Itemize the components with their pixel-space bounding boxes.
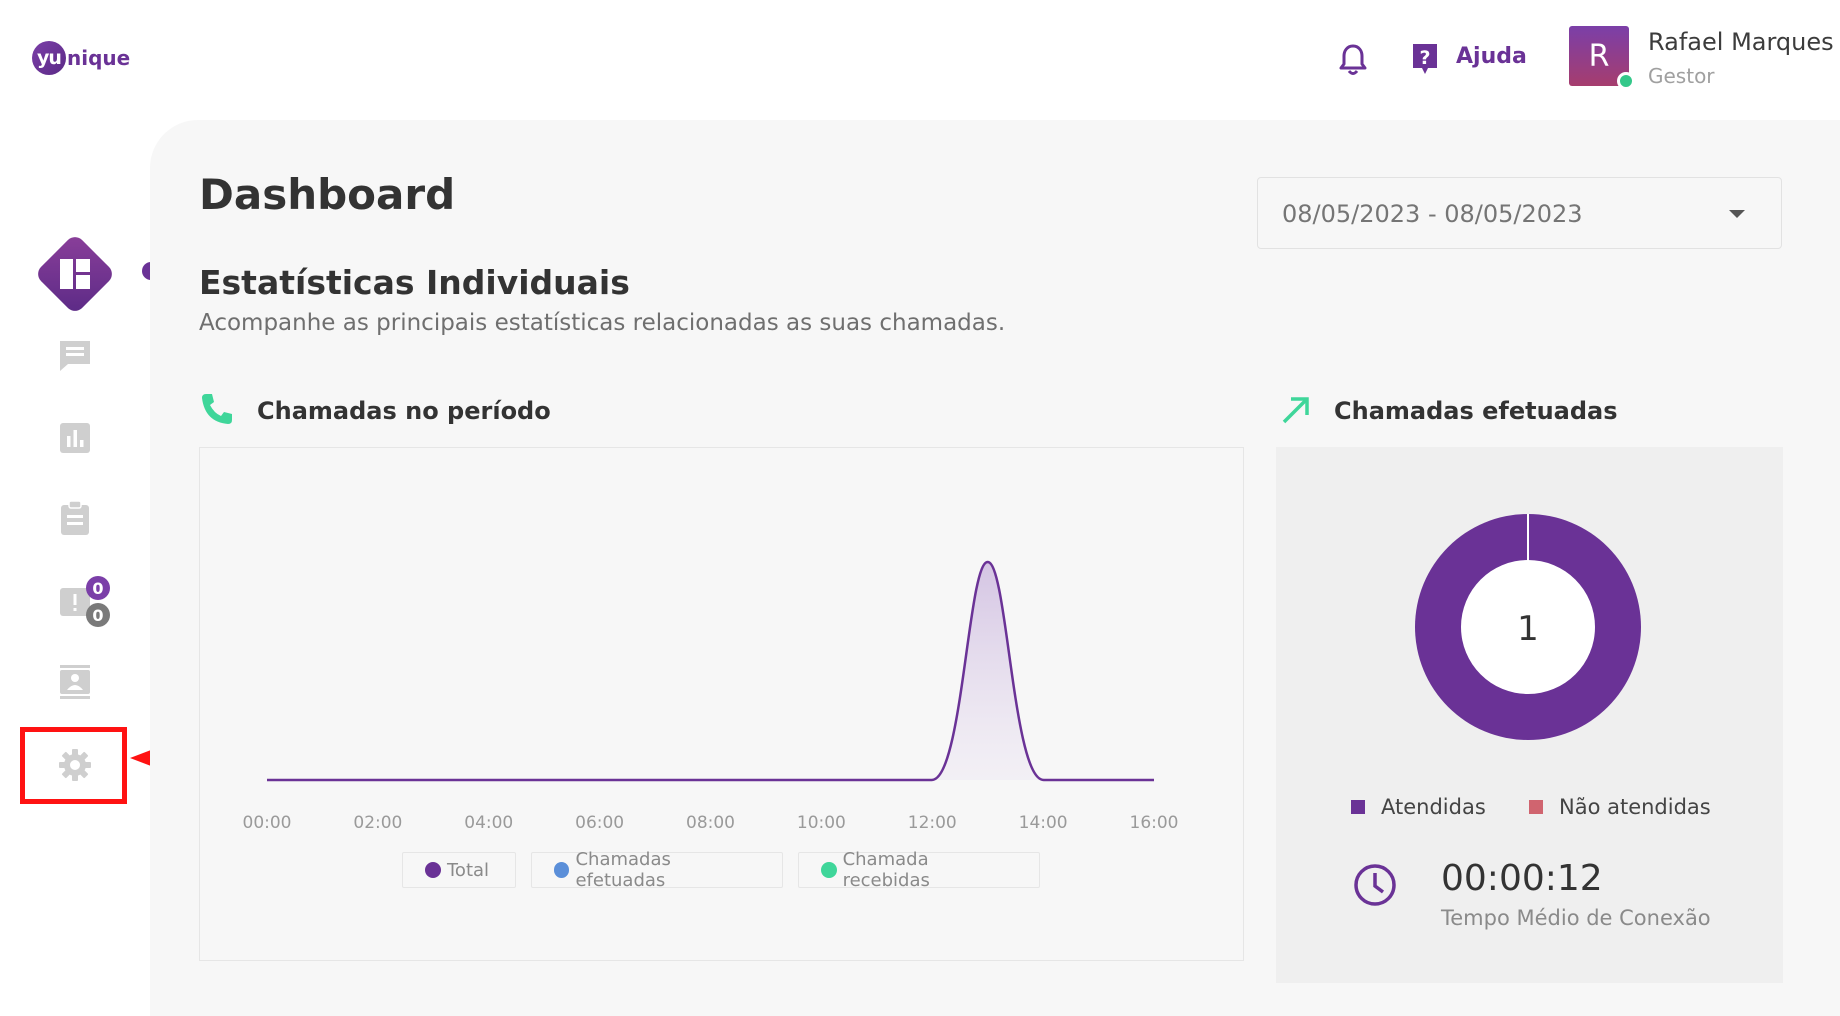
donut-chart: 1 bbox=[1415, 514, 1641, 740]
logo[interactable]: yu nique bbox=[32, 40, 130, 76]
sidebar-item-dashboard[interactable] bbox=[32, 231, 118, 317]
arrow-up-right-icon bbox=[1282, 397, 1309, 424]
section-subtitle: Acompanhe as principais estatísticas rel… bbox=[199, 310, 1006, 336]
legend-total-label: Total bbox=[447, 859, 490, 881]
date-range-value: 08/05/2023 - 08/05/2023 bbox=[1282, 200, 1583, 228]
legend-unanswered[interactable]: Não atendidas bbox=[1529, 795, 1711, 819]
user-name[interactable]: Rafael Marques bbox=[1648, 28, 1834, 56]
donut-center-value: 1 bbox=[1517, 609, 1539, 649]
user-role: Gestor bbox=[1648, 64, 1715, 88]
help-link[interactable]: Ajuda bbox=[1456, 44, 1527, 69]
bar-chart-icon[interactable] bbox=[56, 419, 94, 457]
legend-incoming[interactable]: Chamada recebidas bbox=[798, 849, 1040, 891]
x-tick-label: 10:00 bbox=[797, 813, 846, 833]
legend-outgoing-label: Chamadas efetuadas bbox=[575, 849, 671, 891]
legend-total[interactable]: Total bbox=[402, 852, 516, 888]
app: yu nique ? Ajuda R Rafael Marques Gestor bbox=[0, 0, 1840, 1016]
bell-icon[interactable] bbox=[1338, 43, 1368, 77]
date-range-select[interactable]: 08/05/2023 - 08/05/2023 bbox=[1257, 177, 1782, 249]
line-chart: 00:00 02:00 04:00 06:00 08:00 10:00 12:00 14:00… bbox=[243, 560, 1179, 833]
chevron-down-icon bbox=[1729, 210, 1745, 218]
total-series-area bbox=[931, 562, 1044, 780]
avg-connection-time: 00:00:12 bbox=[1441, 858, 1603, 899]
donut-card-title: Chamadas efetuadas bbox=[1334, 397, 1618, 425]
alert-badge-purple: 0 bbox=[86, 576, 110, 600]
legend-incoming-label: Chamada recebidas bbox=[842, 849, 930, 891]
settings-highlight-box bbox=[20, 727, 127, 804]
x-tick-label: 14:00 bbox=[1019, 813, 1068, 833]
legend-outgoing-dot bbox=[554, 862, 570, 878]
clock-icon bbox=[1354, 864, 1396, 906]
avg-connection-time-label: Tempo Médio de Conexão bbox=[1441, 906, 1711, 930]
logo-badge: yu bbox=[32, 41, 66, 75]
avatar-initial: R bbox=[1588, 38, 1610, 74]
clipboard-icon[interactable] bbox=[56, 499, 94, 537]
x-tick-label: 12:00 bbox=[908, 813, 957, 833]
logo-text: nique bbox=[67, 46, 131, 70]
legend-unanswered-label: Não atendidas bbox=[1559, 795, 1711, 819]
phone-icon bbox=[202, 394, 232, 424]
legend-answered-swatch bbox=[1351, 800, 1365, 814]
legend-outgoing[interactable]: Chamadas efetuadas bbox=[531, 849, 783, 891]
chat-icon[interactable] bbox=[56, 337, 94, 375]
x-tick-label: 00:00 bbox=[243, 813, 292, 833]
x-tick-label: 06:00 bbox=[575, 813, 624, 833]
legend-unanswered-swatch bbox=[1529, 800, 1543, 814]
page-title: Dashboard bbox=[199, 170, 456, 219]
x-tick-label: 02:00 bbox=[353, 813, 402, 833]
section-title: Estatísticas Individuais bbox=[199, 263, 630, 302]
legend-total-dot bbox=[425, 862, 441, 878]
x-tick-label: 16:00 bbox=[1130, 813, 1179, 833]
online-status-indicator bbox=[1617, 72, 1635, 90]
x-tick-label: 04:00 bbox=[464, 813, 513, 833]
avatar[interactable]: R bbox=[1569, 26, 1635, 90]
help-icon[interactable]: ? bbox=[1410, 42, 1440, 76]
alert-badge-gray: 0 bbox=[86, 603, 110, 627]
legend-incoming-dot bbox=[821, 862, 837, 878]
svg-text:?: ? bbox=[1419, 47, 1430, 69]
x-tick-label: 08:00 bbox=[686, 813, 735, 833]
contact-card-icon[interactable] bbox=[56, 663, 94, 701]
legend-answered[interactable]: Atendidas bbox=[1351, 795, 1486, 819]
legend-answered-label: Atendidas bbox=[1381, 795, 1486, 819]
line-card-title: Chamadas no período bbox=[257, 397, 551, 425]
